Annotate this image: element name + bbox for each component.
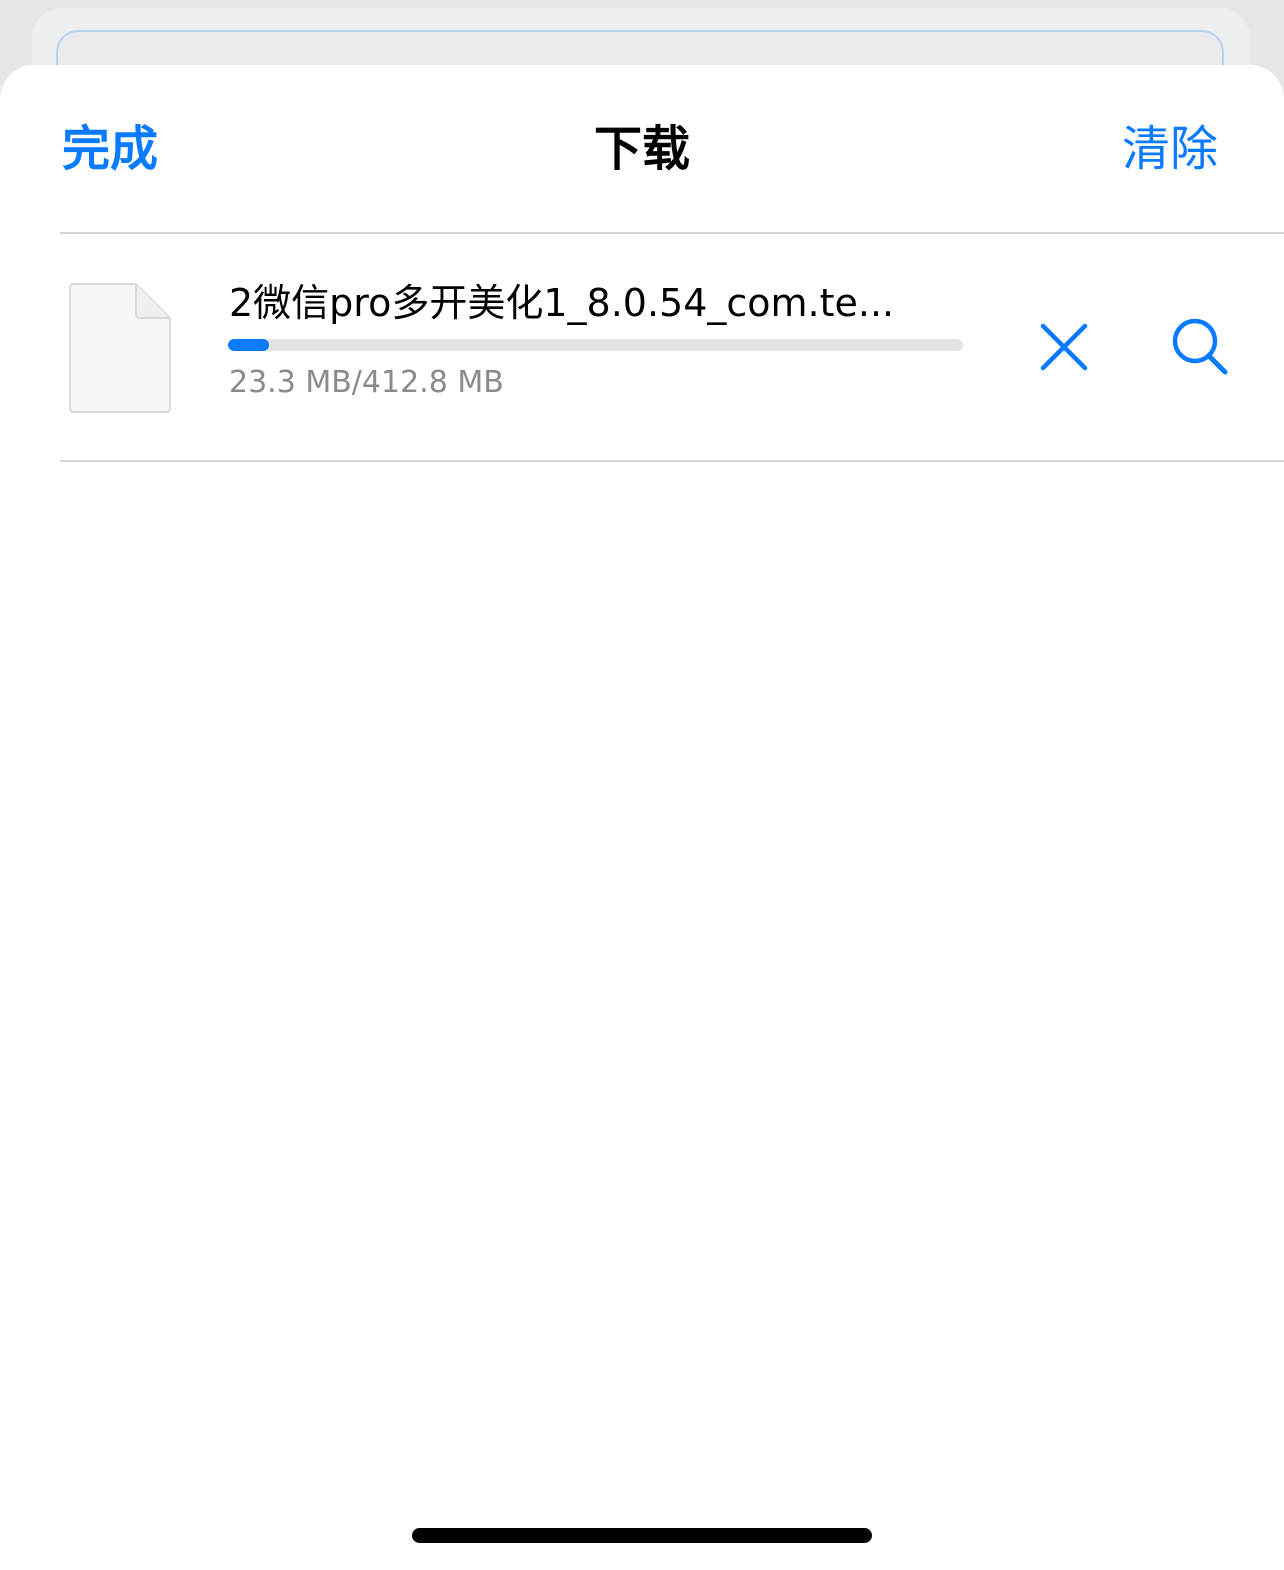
document-icon: [68, 282, 172, 414]
download-progress-bar: [228, 339, 963, 351]
sheet-title: 下载: [593, 121, 690, 177]
downloads-screen: { "nav": { "done_label": "完成", "title": …: [0, 0, 1284, 1570]
show-in-files-button[interactable]: [1160, 307, 1240, 387]
row-divider: [60, 460, 1284, 462]
download-progress-fill: [228, 339, 270, 351]
download-size-text: 23.3 MB/412.8 MB: [229, 365, 504, 400]
cancel-download-button[interactable]: [1024, 307, 1104, 387]
downloads-sheet: 完成 下载 清除 2微信pro多开美化1_8.0.54_com.te... 23…: [0, 65, 1284, 1570]
download-file-name: 2微信pro多开美化1_8.0.54_com.te...: [229, 281, 895, 325]
close-icon: [1040, 323, 1088, 371]
search-icon: [1172, 318, 1228, 375]
home-indicator: [412, 1528, 872, 1543]
header-divider: [60, 232, 1284, 234]
clear-button[interactable]: 清除: [1122, 117, 1218, 181]
